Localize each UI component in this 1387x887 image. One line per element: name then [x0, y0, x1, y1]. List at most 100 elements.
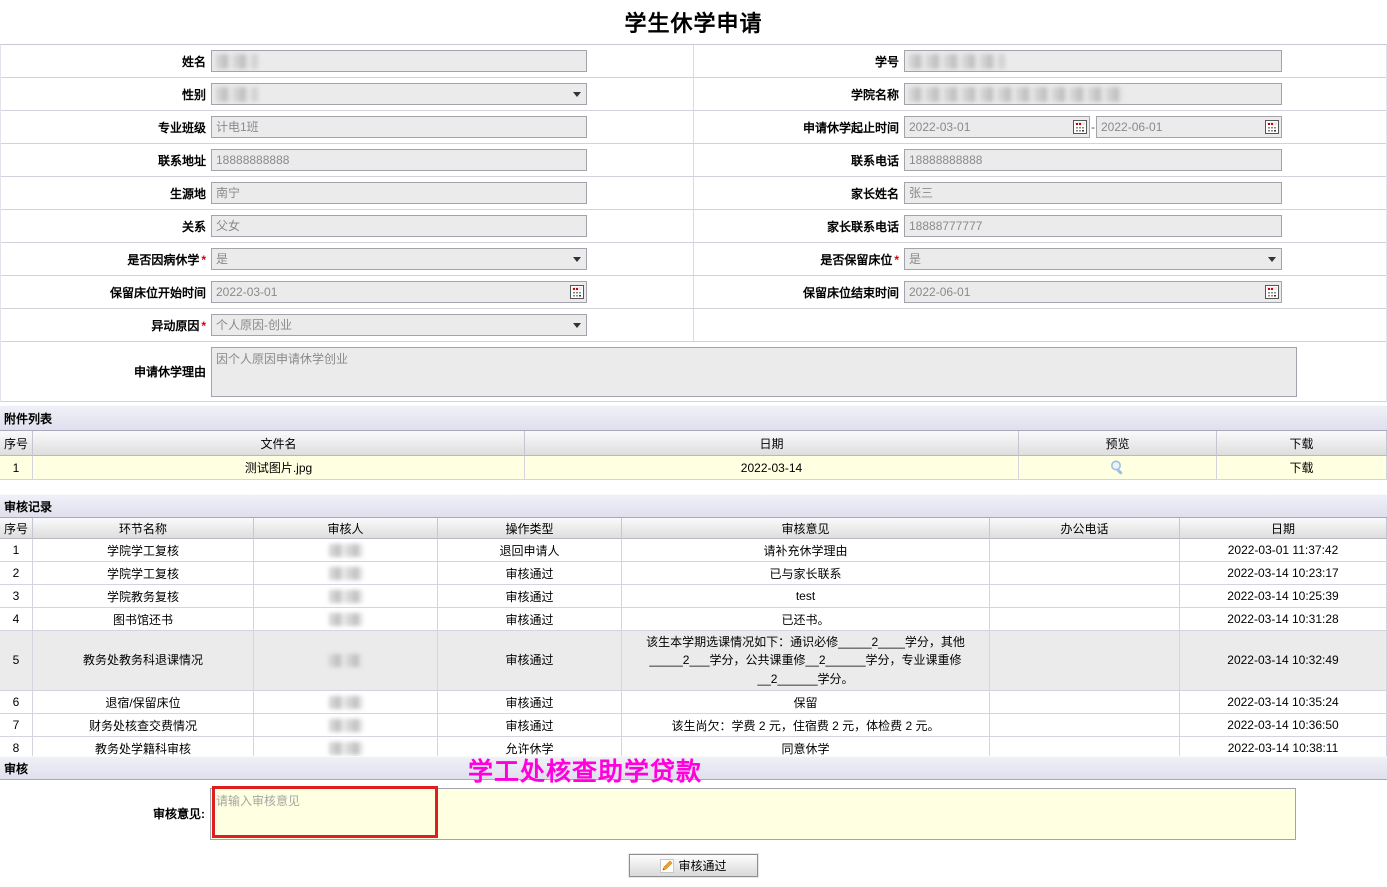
redacted-value — [329, 613, 363, 626]
record-step: 退宿/保留床位 — [33, 691, 254, 714]
review-record-row: 2 学院学工复核 审核通过 已与家长联系 2022-03-14 10:23:17 — [0, 562, 1387, 585]
bed-end-date-input[interactable]: 2022-06-01 — [904, 281, 1282, 303]
download-link[interactable]: 下载 — [1289, 459, 1313, 476]
chevron-down-icon — [573, 323, 581, 328]
name-input[interactable] — [211, 50, 587, 72]
col-preview: 预览 — [1019, 431, 1217, 456]
record-date: 2022-03-14 10:31:28 — [1180, 608, 1387, 631]
record-date: 2022-03-01 11:37:42 — [1180, 539, 1387, 562]
record-seq: 5 — [0, 631, 33, 691]
attachments-table-header: 序号 文件名 日期 预览 下载 — [0, 431, 1387, 456]
required-mark: * — [199, 319, 206, 333]
chevron-down-icon — [1268, 257, 1276, 262]
redacted-value — [329, 742, 363, 755]
review-records-section-header: 审核记录 — [0, 494, 1387, 518]
redacted-value — [216, 54, 258, 69]
bed-start-label: 保留床位开始时间 — [1, 284, 211, 301]
record-action: 审核通过 — [438, 585, 622, 608]
redacted-value — [329, 696, 363, 709]
review-records-table-header: 序号 环节名称 审核人 操作类型 审核意见 办公电话 日期 — [0, 518, 1387, 539]
contact-address-input[interactable]: 18888888888 — [211, 149, 587, 171]
form-row: 关系 父女 家长联系电话 18888777777 — [1, 210, 1386, 243]
review-record-row: 1 学院学工复核 退回申请人 请补充休学理由 2022-03-01 11:37:… — [0, 539, 1387, 562]
calendar-icon[interactable] — [1265, 285, 1279, 299]
calendar-icon[interactable] — [570, 285, 584, 299]
record-seq: 1 — [0, 539, 33, 562]
leave-start-date-input[interactable]: 2022-03-01 — [904, 116, 1090, 138]
leave-end-date-input[interactable]: 2022-06-01 — [1096, 116, 1282, 138]
col-action: 操作类型 — [438, 518, 622, 539]
student-id-input[interactable] — [904, 50, 1282, 72]
record-reviewer — [254, 585, 438, 608]
leave-reason-textarea[interactable]: 因个人原因申请休学创业 — [211, 347, 1297, 397]
col-reviewer: 审核人 — [254, 518, 438, 539]
college-label: 学院名称 — [694, 86, 904, 103]
approve-button[interactable]: 审核通过 — [629, 854, 757, 877]
record-phone — [990, 737, 1180, 756]
col-seq: 序号 — [0, 431, 33, 456]
attachment-filename: 测试图片.jpg — [33, 456, 525, 480]
review-record-row: 5 教务处教务科退课情况 审核通过 该生本学期选课情况如下：通识必修_____2… — [0, 631, 1387, 691]
col-download: 下载 — [1217, 431, 1387, 456]
attachment-seq: 1 — [0, 456, 33, 480]
record-opinion: test — [622, 585, 990, 608]
keep-bed-select[interactable]: 是 — [904, 248, 1282, 270]
required-mark: * — [199, 253, 206, 267]
record-opinion: 该生本学期选课情况如下：通识必修_____2____学分，其他_____2___… — [622, 631, 990, 691]
review-records-section-title: 审核记录 — [4, 498, 52, 515]
record-step: 学院学工复核 — [33, 562, 254, 585]
redacted-value — [216, 87, 258, 102]
review-record-row: 7 财务处核查交费情况 审核通过 该生尚欠：学费 2 元，住宿费 2 元，体检费… — [0, 714, 1387, 737]
form-row: 姓名 学号 — [1, 45, 1386, 78]
form-row: 异动原因* 个人原因-创业 — [1, 309, 1386, 342]
record-step: 财务处核查交费情况 — [33, 714, 254, 737]
change-reason-select[interactable]: 个人原因-创业 — [211, 314, 587, 336]
parent-name-label: 家长姓名 — [694, 185, 904, 202]
review-opinion-textarea[interactable] — [210, 788, 1296, 840]
record-opinion: 已与家长联系 — [622, 562, 990, 585]
record-reviewer — [254, 608, 438, 631]
attachments-section-title: 附件列表 — [4, 410, 52, 427]
bed-start-date-input[interactable]: 2022-03-01 — [211, 281, 587, 303]
record-seq: 7 — [0, 714, 33, 737]
calendar-icon[interactable] — [1073, 120, 1087, 134]
contact-phone-input[interactable]: 18888888888 — [904, 149, 1282, 171]
col-step: 环节名称 — [33, 518, 254, 539]
record-reviewer — [254, 539, 438, 562]
sick-leave-select[interactable]: 是 — [211, 248, 587, 270]
student-id-label: 学号 — [694, 53, 904, 70]
record-phone — [990, 714, 1180, 737]
parent-phone-input[interactable]: 18888777777 — [904, 215, 1282, 237]
chevron-down-icon — [573, 257, 581, 262]
relation-input[interactable]: 父女 — [211, 215, 587, 237]
gender-select[interactable] — [211, 83, 587, 105]
record-seq: 6 — [0, 691, 33, 714]
review-section-title: 审核 — [4, 760, 28, 777]
sick-leave-label: 是否因病休学 — [127, 253, 199, 267]
redacted-value — [909, 87, 1124, 102]
attachments-section-header: 附件列表 — [0, 405, 1387, 431]
record-step: 学院教务复核 — [33, 585, 254, 608]
origin-input[interactable]: 南宁 — [211, 182, 587, 204]
record-action: 退回申请人 — [438, 539, 622, 562]
page-title: 学生休学申请 — [624, 6, 762, 38]
calendar-icon[interactable] — [1265, 120, 1279, 134]
record-date: 2022-03-14 10:38:11 — [1180, 737, 1387, 756]
page-header: 学生休学申请 — [0, 0, 1387, 44]
name-label: 姓名 — [1, 53, 211, 70]
parent-name-input[interactable]: 张三 — [904, 182, 1282, 204]
class-input[interactable]: 计电1班 — [211, 116, 587, 138]
col-opinion: 审核意见 — [622, 518, 990, 539]
review-opinion-label: 审核意见: — [0, 788, 210, 840]
college-input[interactable] — [904, 83, 1282, 105]
record-reviewer — [254, 737, 438, 756]
bed-end-label: 保留床位结束时间 — [694, 284, 904, 301]
record-step: 教务处教务科退课情况 — [33, 631, 254, 691]
parent-phone-label: 家长联系电话 — [694, 218, 904, 235]
record-phone — [990, 539, 1180, 562]
relation-label: 关系 — [1, 218, 211, 235]
leave-period-label: 申请休学起止时间 — [694, 119, 904, 136]
magnifier-icon[interactable] — [1109, 459, 1126, 476]
record-phone — [990, 585, 1180, 608]
redacted-value — [909, 54, 1005, 69]
